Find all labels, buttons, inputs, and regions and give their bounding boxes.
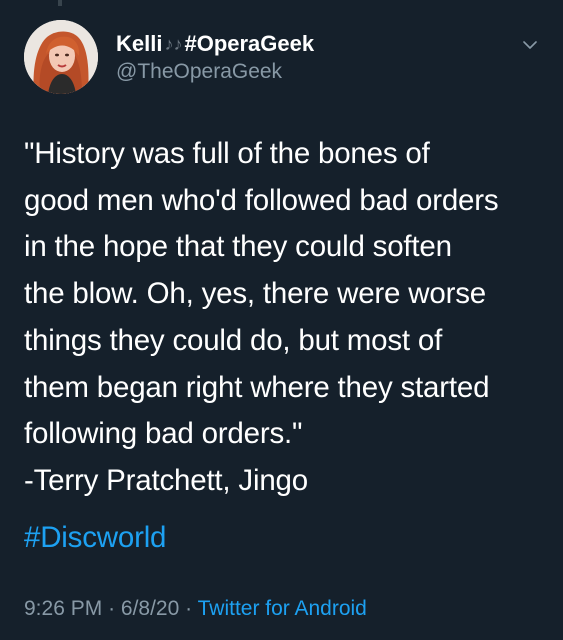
tweet-card: Kelli ♪♪#OperaGeek @TheOperaGeek "History… xyxy=(0,0,563,640)
tweet-date[interactable]: 6/8/20 xyxy=(121,597,179,620)
display-name-hashtag: #OperaGeek xyxy=(184,31,315,56)
music-notes-emoji: ♪♪ xyxy=(164,34,183,54)
user-handle[interactable]: @TheOperaGeek xyxy=(116,58,496,86)
hashtag-link[interactable]: #Discworld xyxy=(24,515,166,561)
tweet-metadata: 9:26 PM · 6/8/20 · Twitter for Android xyxy=(24,594,367,624)
tweet-text-line: -Terry Pratchett, Jingo xyxy=(24,463,308,497)
tweet-text-line: "History was full of the bones of xyxy=(24,137,430,170)
display-name-text: Kelli xyxy=(116,31,163,56)
tweet-time[interactable]: 9:26 PM xyxy=(24,597,102,620)
meta-separator: · xyxy=(108,597,116,620)
meta-separator: · xyxy=(185,597,193,620)
avatar[interactable] xyxy=(24,20,98,94)
tweet-text-line: things they could do, but most of xyxy=(24,323,443,357)
thread-connector xyxy=(58,0,62,6)
tweet-text-line: in the hope that they could soften xyxy=(24,230,452,264)
author-block[interactable]: Kelli ♪♪#OperaGeek @TheOperaGeek xyxy=(116,30,496,86)
display-name[interactable]: Kelli ♪♪#OperaGeek xyxy=(116,30,496,58)
tweet-text: "History was full of the bones of good m… xyxy=(24,131,549,505)
chevron-down-icon[interactable] xyxy=(523,38,537,52)
tweet-text-line: good men who'd followed bad orders xyxy=(24,183,499,217)
tweet-text-line: following bad orders." xyxy=(24,417,303,451)
tweet-text-line: the blow. Oh, yes, there were worse xyxy=(24,277,486,311)
tweet-text-line: them began right where they started xyxy=(24,370,490,404)
avatar-image xyxy=(24,20,98,94)
tweet-source-link[interactable]: Twitter for Android xyxy=(198,597,367,620)
